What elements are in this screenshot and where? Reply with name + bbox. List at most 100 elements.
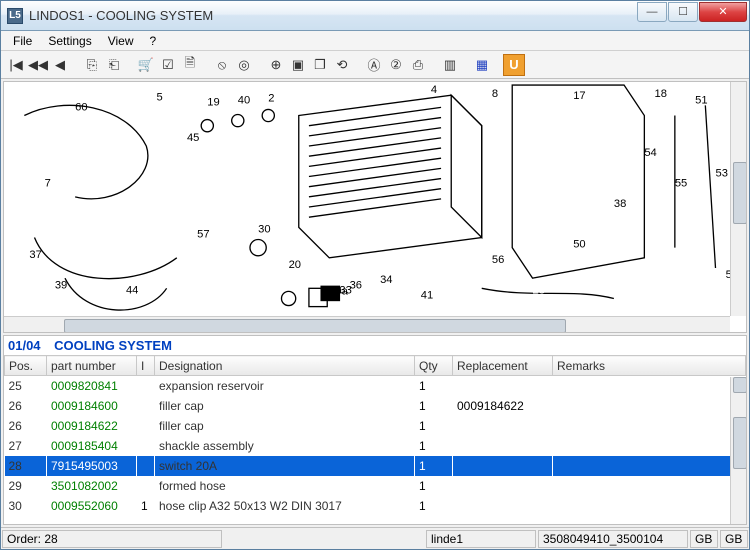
callout-label[interactable]: 44	[126, 284, 138, 296]
callout-label[interactable]: 54	[644, 147, 656, 159]
table-row[interactable]: 3000095520601hose clip A32 50x13 W2 DIN …	[5, 496, 746, 516]
callout-label[interactable]: 17	[573, 90, 585, 102]
zoom-fit-button[interactable]: ▣	[287, 54, 309, 76]
copy-button[interactable]: ⎘	[81, 54, 103, 76]
cell-rep	[453, 436, 553, 456]
callout-label[interactable]: 2	[268, 92, 274, 104]
cell-i	[137, 396, 155, 416]
hide-button[interactable]: ⦸	[211, 54, 233, 76]
zoom-window-button[interactable]: ❐	[309, 54, 331, 76]
doc-button[interactable]: 🗎	[179, 54, 201, 76]
cell-rem	[553, 476, 746, 496]
callout-label[interactable]: 38	[614, 198, 626, 210]
check-button[interactable]: ☑	[157, 54, 179, 76]
status-order: Order: 28	[2, 530, 222, 548]
table-row[interactable]: 270009185404shackle assembly1	[5, 436, 746, 456]
minimize-button[interactable]: —	[637, 2, 667, 22]
callout-label[interactable]: 40	[238, 94, 250, 106]
menu-help[interactable]: ?	[142, 32, 165, 50]
toolbar-separator	[203, 54, 209, 76]
callout-label[interactable]: 28	[533, 284, 545, 296]
col-i[interactable]: I	[137, 356, 155, 376]
table-row[interactable]: 250009820841expansion reservoir1	[5, 376, 746, 396]
callout-label[interactable]: 41	[421, 289, 433, 301]
cell-pn: 0009552060	[47, 496, 137, 516]
find-next-button[interactable]: ②	[385, 54, 407, 76]
parts-diagram: 6051940248171851457373944573020333634415…	[4, 82, 746, 332]
callout-label[interactable]: 50	[573, 239, 585, 251]
cell-qty: 1	[415, 496, 453, 516]
callout-label[interactable]: 36	[350, 279, 362, 291]
callout-label[interactable]: 18	[655, 88, 667, 100]
flag-button[interactable]: ▦	[471, 54, 493, 76]
parts-table-panel: 01/04 COOLING SYSTEM Pos. part number I …	[3, 335, 747, 525]
callout-label[interactable]: 4	[431, 84, 437, 96]
toolbar-separator	[127, 54, 133, 76]
nav-rewind-button[interactable]: ◀◀	[27, 54, 49, 76]
parts-grid[interactable]: Pos. part number I Designation Qty Repla…	[4, 355, 746, 524]
maximize-button[interactable]: ☐	[668, 2, 698, 22]
toolbar-separator	[495, 54, 501, 76]
callout-label[interactable]: 39	[55, 279, 67, 291]
close-button[interactable]: ✕	[699, 2, 747, 22]
table-row[interactable]: 260009184622filler cap1	[5, 416, 746, 436]
menu-file[interactable]: File	[5, 32, 40, 50]
callout-label[interactable]: 5	[156, 91, 162, 103]
callout-label[interactable]: 53	[716, 168, 728, 180]
cell-rep	[453, 476, 553, 496]
order-label: Order:	[7, 532, 41, 546]
zoom-reset-button[interactable]: ⟲	[331, 54, 353, 76]
callout-label[interactable]: 39a	[329, 285, 348, 297]
menu-view[interactable]: View	[100, 32, 142, 50]
cell-rep	[453, 456, 553, 476]
update-button[interactable]: U	[503, 54, 525, 76]
find-button[interactable]: Ⓐ	[363, 54, 385, 76]
callout-label[interactable]: 20	[289, 259, 301, 271]
nav-prev-button[interactable]: ◀	[49, 54, 71, 76]
callout-label[interactable]: 8	[492, 88, 498, 100]
status-code: 3508049410_3500104	[538, 530, 688, 548]
zoom-in-button[interactable]: ⊕	[265, 54, 287, 76]
catalog-button[interactable]: ▥	[439, 54, 461, 76]
callout-label[interactable]: 55	[675, 178, 687, 190]
callout-label[interactable]: 7	[45, 178, 51, 190]
callout-label[interactable]: 56	[492, 254, 504, 266]
col-designation[interactable]: Designation	[155, 356, 415, 376]
callout-label[interactable]: 51	[695, 94, 707, 106]
cart-button[interactable]: 🛒	[135, 54, 157, 76]
table-row[interactable]: 260009184600filler cap10009184622	[5, 396, 746, 416]
callout-label[interactable]: 57	[197, 228, 209, 240]
col-qty[interactable]: Qty	[415, 356, 453, 376]
menu-settings[interactable]: Settings	[40, 32, 99, 50]
callout-label[interactable]: 30	[258, 223, 270, 235]
col-pos[interactable]: Pos.	[5, 356, 47, 376]
col-remarks[interactable]: Remarks	[553, 356, 746, 376]
callout-label[interactable]: 37	[29, 249, 41, 261]
print-button[interactable]: ⎙	[407, 54, 429, 76]
callout-label[interactable]: 19	[207, 96, 219, 108]
toolbar-separator	[355, 54, 361, 76]
col-part-number[interactable]: part number	[47, 356, 137, 376]
cell-i	[137, 416, 155, 436]
table-row[interactable]: 287915495003switch 20A1	[5, 456, 746, 476]
nav-first-button[interactable]: |◀	[5, 54, 27, 76]
table-row[interactable]: 293501082002formed hose1	[5, 476, 746, 496]
status-user: linde1	[426, 530, 536, 548]
callout-label[interactable]: 34	[380, 274, 392, 286]
cell-rem	[553, 396, 746, 416]
cell-des: formed hose	[155, 476, 415, 496]
callout-label[interactable]: 45	[187, 132, 199, 144]
diagram-vscrollbar[interactable]	[730, 82, 746, 316]
toolbar-separator	[431, 54, 437, 76]
grid-vscrollbar[interactable]	[730, 377, 746, 524]
status-lang1: GB	[690, 530, 718, 548]
callout-label[interactable]: 60	[75, 101, 87, 113]
target-button[interactable]: ◎	[233, 54, 255, 76]
cell-pos: 27	[5, 436, 47, 456]
col-replacement[interactable]: Replacement	[453, 356, 553, 376]
paste-button[interactable]: ⎗	[103, 54, 125, 76]
status-lang2: GB	[720, 530, 748, 548]
diagram-hscrollbar[interactable]	[4, 316, 730, 332]
cell-pos: 25	[5, 376, 47, 396]
diagram-viewport[interactable]: 6051940248171851457373944573020333634415…	[3, 81, 747, 333]
